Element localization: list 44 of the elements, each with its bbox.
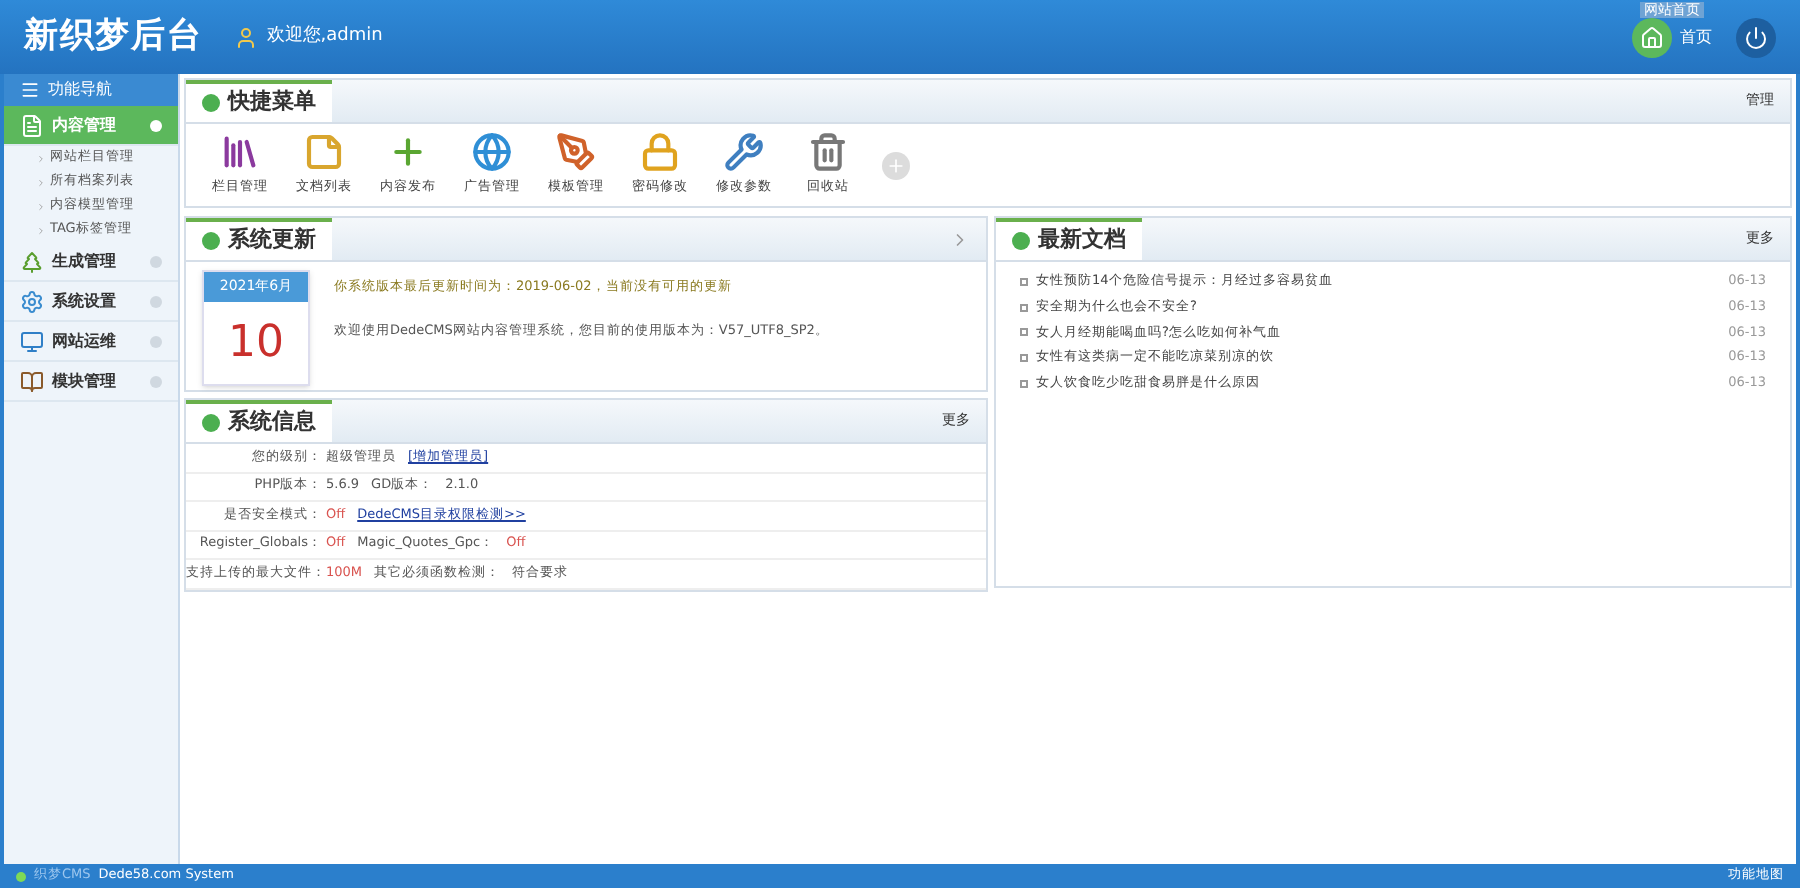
panel-title: 最新文档 [1038,224,1126,257]
bullet-icon [202,232,220,250]
bullet-icon [1020,328,1028,337]
power-button[interactable] [1736,17,1776,57]
shortcut-icon [808,132,848,173]
bullet-icon [202,414,220,432]
sidebar-item[interactable]: 系统设置 [4,282,178,322]
chevron-icon [36,177,46,187]
shortcut-icon [304,132,344,173]
home-icon [1640,25,1664,49]
welcome-text: 欢迎您,admin [266,23,383,50]
bullet-icon [1020,277,1028,286]
shortcut-icon [472,132,512,173]
calendar-day: 10 [204,301,308,383]
chevron-icon [36,225,46,235]
section-icon [20,289,44,313]
bullet-icon [1020,303,1028,312]
power-icon [1744,25,1768,49]
section-icon [20,113,44,137]
shortcut-icon [220,132,260,173]
panel-title: 快捷菜单 [228,86,316,119]
bullet-icon [1020,354,1028,363]
sidebar-item[interactable]: 模块管理 [4,362,178,402]
sidebar-title: 功能导航 [4,74,178,106]
sidebar-item[interactable]: 生成管理 [4,242,178,282]
shortcut-icon [556,132,596,173]
shortcut-icon [724,132,764,173]
section-icon [20,369,44,393]
sidebar-item[interactable]: 网站运维 [4,322,178,362]
menu-icon [20,80,40,100]
section-icon [20,249,44,273]
panel-title: 系统更新 [228,224,316,257]
home-button[interactable] [1632,17,1672,57]
chevron-icon [36,153,46,163]
bullet-icon [1012,232,1030,250]
section-icon [20,329,44,353]
chevron-icon [36,201,46,211]
panel-title: 系统信息 [228,406,316,439]
logo-text: 新织梦后台 [24,13,203,60]
bullet-icon [202,94,220,112]
bullet-icon [1020,379,1028,388]
shortcut-icon [640,132,680,173]
user-icon [234,25,259,49]
home-link[interactable]: 首页 [1680,25,1712,49]
